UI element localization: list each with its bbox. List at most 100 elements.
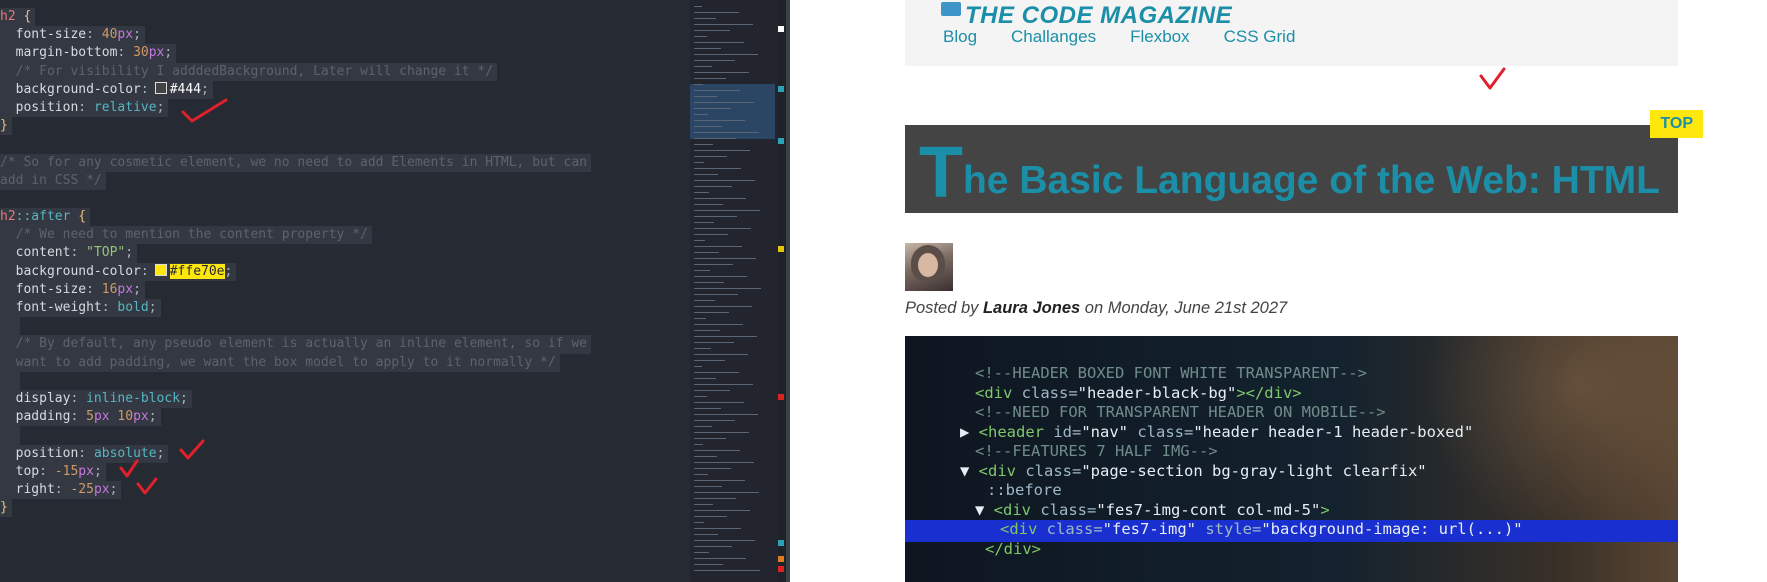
code-screenshot-image: <!--HEADER BOXED FONT WHITE TRANSPARENT-… — [905, 336, 1678, 582]
code-line[interactable]: want to add padding, we want the box mod… — [0, 353, 690, 372]
image-code-token: "header header-1 header-boxed" — [1193, 422, 1474, 441]
nav-link-flexbox[interactable]: Flexbox — [1130, 27, 1190, 47]
code-line[interactable] — [0, 371, 690, 390]
code-line-text: font-size: 40px; — [0, 26, 145, 45]
image-code-token: <!--FEATURES 7 HALF IMG--> — [975, 442, 1218, 460]
code-line[interactable]: display: inline-block; — [0, 389, 690, 409]
minimap-line — [694, 42, 744, 43]
code-line[interactable]: position: absolute; — [0, 444, 690, 463]
checkmark-annotation — [1479, 67, 1506, 90]
image-code-line: <div class="header-black-bg"></div> — [975, 384, 1302, 402]
minimap-line — [694, 24, 753, 25]
minimap[interactable] — [690, 0, 780, 582]
code-line[interactable]: background-color: #444; — [0, 80, 690, 99]
code-token: font-size — [15, 281, 87, 297]
code-token: ; — [133, 27, 141, 43]
minimap-line — [694, 156, 727, 157]
image-code-line: ▶ <header id="nav" class="header header-… — [960, 423, 1473, 441]
code-line[interactable]: top: -15px; — [0, 462, 690, 481]
code-line[interactable]: content: "TOP"; — [0, 244, 690, 263]
minimap-line — [694, 96, 717, 97]
code-line-text: margin-bottom: 30px; — [0, 44, 177, 63]
code-line[interactable] — [0, 190, 690, 208]
article-heading: The Basic Language of the Web: HTML TOP — [905, 110, 1703, 213]
code-line[interactable]: font-weight: bold; — [0, 299, 690, 318]
code-lines[interactable]: h2 { font-size: 40px; margin-bottom: 30p… — [0, 0, 690, 518]
minimap-line — [694, 390, 730, 391]
image-code-token: <div — [1000, 520, 1047, 538]
post-byline: Posted by Laura Jones on Monday, June 21… — [905, 299, 1287, 318]
code-line[interactable]: /* So for any cosmetic element, we no ne… — [0, 153, 690, 172]
minimap-line — [694, 132, 759, 133]
image-code-line: <!--FEATURES 7 HALF IMG--> — [975, 442, 1218, 460]
nav-link-blog[interactable]: Blog — [943, 27, 977, 47]
image-code-token: ></div> — [1236, 383, 1302, 402]
code-token: padding — [15, 409, 71, 425]
code-line[interactable]: font-size: 40px; — [0, 26, 690, 45]
code-line-text: /* We need to mention the content proper… — [0, 226, 372, 245]
code-token: bold — [117, 300, 149, 315]
code-line[interactable]: add in CSS */ — [0, 171, 690, 190]
image-code-token: id= — [1053, 422, 1082, 441]
code-token: ; — [125, 245, 134, 261]
code-line-text: want to add padding, we want the box mod… — [0, 353, 560, 372]
code-line[interactable]: h2::after { — [0, 208, 690, 227]
scroll-marker — [778, 394, 784, 400]
nav-link-challanges[interactable]: Challanges — [1011, 27, 1096, 47]
code-line[interactable]: margin-bottom: 30px; — [0, 44, 690, 63]
code-line[interactable]: padding: 5px 10px; — [0, 408, 690, 427]
code-token: ; — [148, 300, 157, 315]
minimap-line — [694, 114, 708, 115]
minimap-line — [694, 126, 722, 127]
code-line[interactable] — [0, 426, 690, 445]
minimap-viewport[interactable] — [690, 84, 775, 139]
checkmark-annotation — [179, 439, 205, 460]
minimap-line — [694, 522, 704, 523]
code-token: : — [78, 445, 94, 461]
code-line-text: right: -25px; — [0, 480, 122, 500]
code-token: content — [15, 245, 71, 261]
code-line[interactable]: h2 { — [0, 8, 690, 27]
code-line[interactable]: /* For visibility I adddedBackground, La… — [0, 62, 690, 81]
image-code-token: ▶ — [960, 422, 979, 441]
code-line[interactable]: } — [0, 117, 690, 136]
code-token: : — [86, 27, 102, 43]
minimap-line — [694, 408, 721, 409]
minimap-line — [694, 246, 742, 247]
minimap-line — [694, 84, 703, 85]
code-line-text: content: "TOP"; — [0, 244, 138, 263]
code-token: "TOP" — [86, 245, 126, 261]
code-token: px — [93, 409, 118, 425]
minimap-line — [694, 480, 745, 481]
minimap-line — [694, 360, 725, 361]
code-line[interactable]: /* By default, any pseudo element is act… — [0, 335, 690, 354]
image-code-token: ▼ — [975, 500, 994, 519]
minimap-line — [694, 348, 711, 349]
minimap-line — [694, 570, 760, 571]
nav-link-css-grid[interactable]: CSS Grid — [1224, 27, 1296, 47]
code-line[interactable] — [0, 317, 690, 336]
code-line[interactable] — [0, 135, 690, 153]
scroll-marker — [778, 566, 784, 572]
image-code-token: class= — [1040, 500, 1097, 519]
code-line[interactable]: position: relative; — [0, 98, 690, 118]
code-line[interactable]: /* We need to mention the content proper… — [0, 226, 690, 245]
code-line[interactable]: background-color: #ffe70e; — [0, 262, 690, 281]
code-line[interactable]: right: -25px; — [0, 480, 690, 500]
code-line[interactable]: font-size: 16px; — [0, 280, 690, 300]
code-line-text: h2 { — [0, 8, 36, 27]
minimap-line — [694, 540, 755, 541]
code-line[interactable]: } — [0, 499, 690, 518]
code-editor[interactable]: h2 { font-size: 40px; margin-bottom: 30p… — [0, 0, 697, 582]
code-token: -15 — [54, 463, 79, 479]
minimap-line — [694, 102, 754, 103]
code-token: px — [133, 409, 149, 425]
